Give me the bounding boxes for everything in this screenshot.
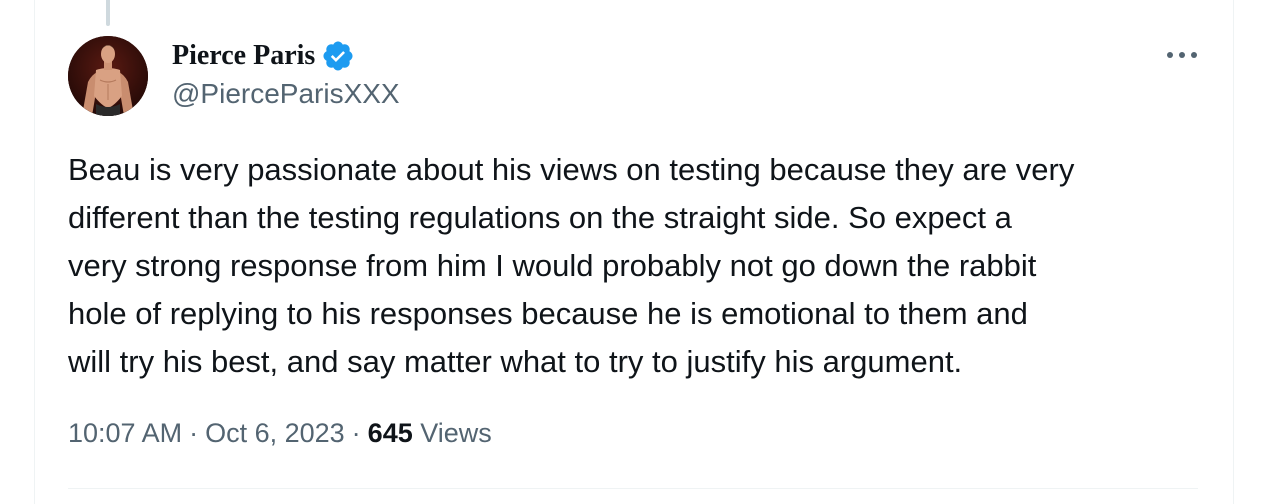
author-display-name[interactable]: Pierce Paris bbox=[172, 40, 315, 72]
tweet-metadata: 10:07 AM · Oct 6, 2023 · 645 Views bbox=[68, 418, 492, 449]
tweet-date[interactable]: Oct 6, 2023 bbox=[205, 418, 345, 448]
tweet-text: Beau is very passionate about his views … bbox=[68, 152, 1075, 379]
avatar-photo bbox=[68, 36, 148, 116]
tweet-page: Pierce Paris @PierceParisXXX Beau is ver… bbox=[0, 0, 1270, 504]
divider bbox=[68, 488, 1198, 489]
author-handle[interactable]: @PierceParisXXX bbox=[172, 78, 400, 110]
verified-badge-icon[interactable] bbox=[321, 39, 355, 73]
views-label: Views bbox=[420, 418, 492, 448]
more-options-icon[interactable] bbox=[1162, 40, 1202, 70]
author-name-row: Pierce Paris bbox=[172, 38, 400, 74]
tweet-author: Pierce Paris @PierceParisXXX bbox=[172, 38, 400, 110]
tweet-time[interactable]: 10:07 AM bbox=[68, 418, 182, 448]
thread-connector-line bbox=[106, 0, 110, 26]
meta-separator: · bbox=[189, 418, 199, 448]
views-count: 645 bbox=[367, 418, 413, 448]
author-avatar[interactable] bbox=[68, 36, 148, 116]
meta-separator: · bbox=[351, 418, 361, 448]
tweet-views[interactable]: 645 Views bbox=[368, 418, 492, 448]
